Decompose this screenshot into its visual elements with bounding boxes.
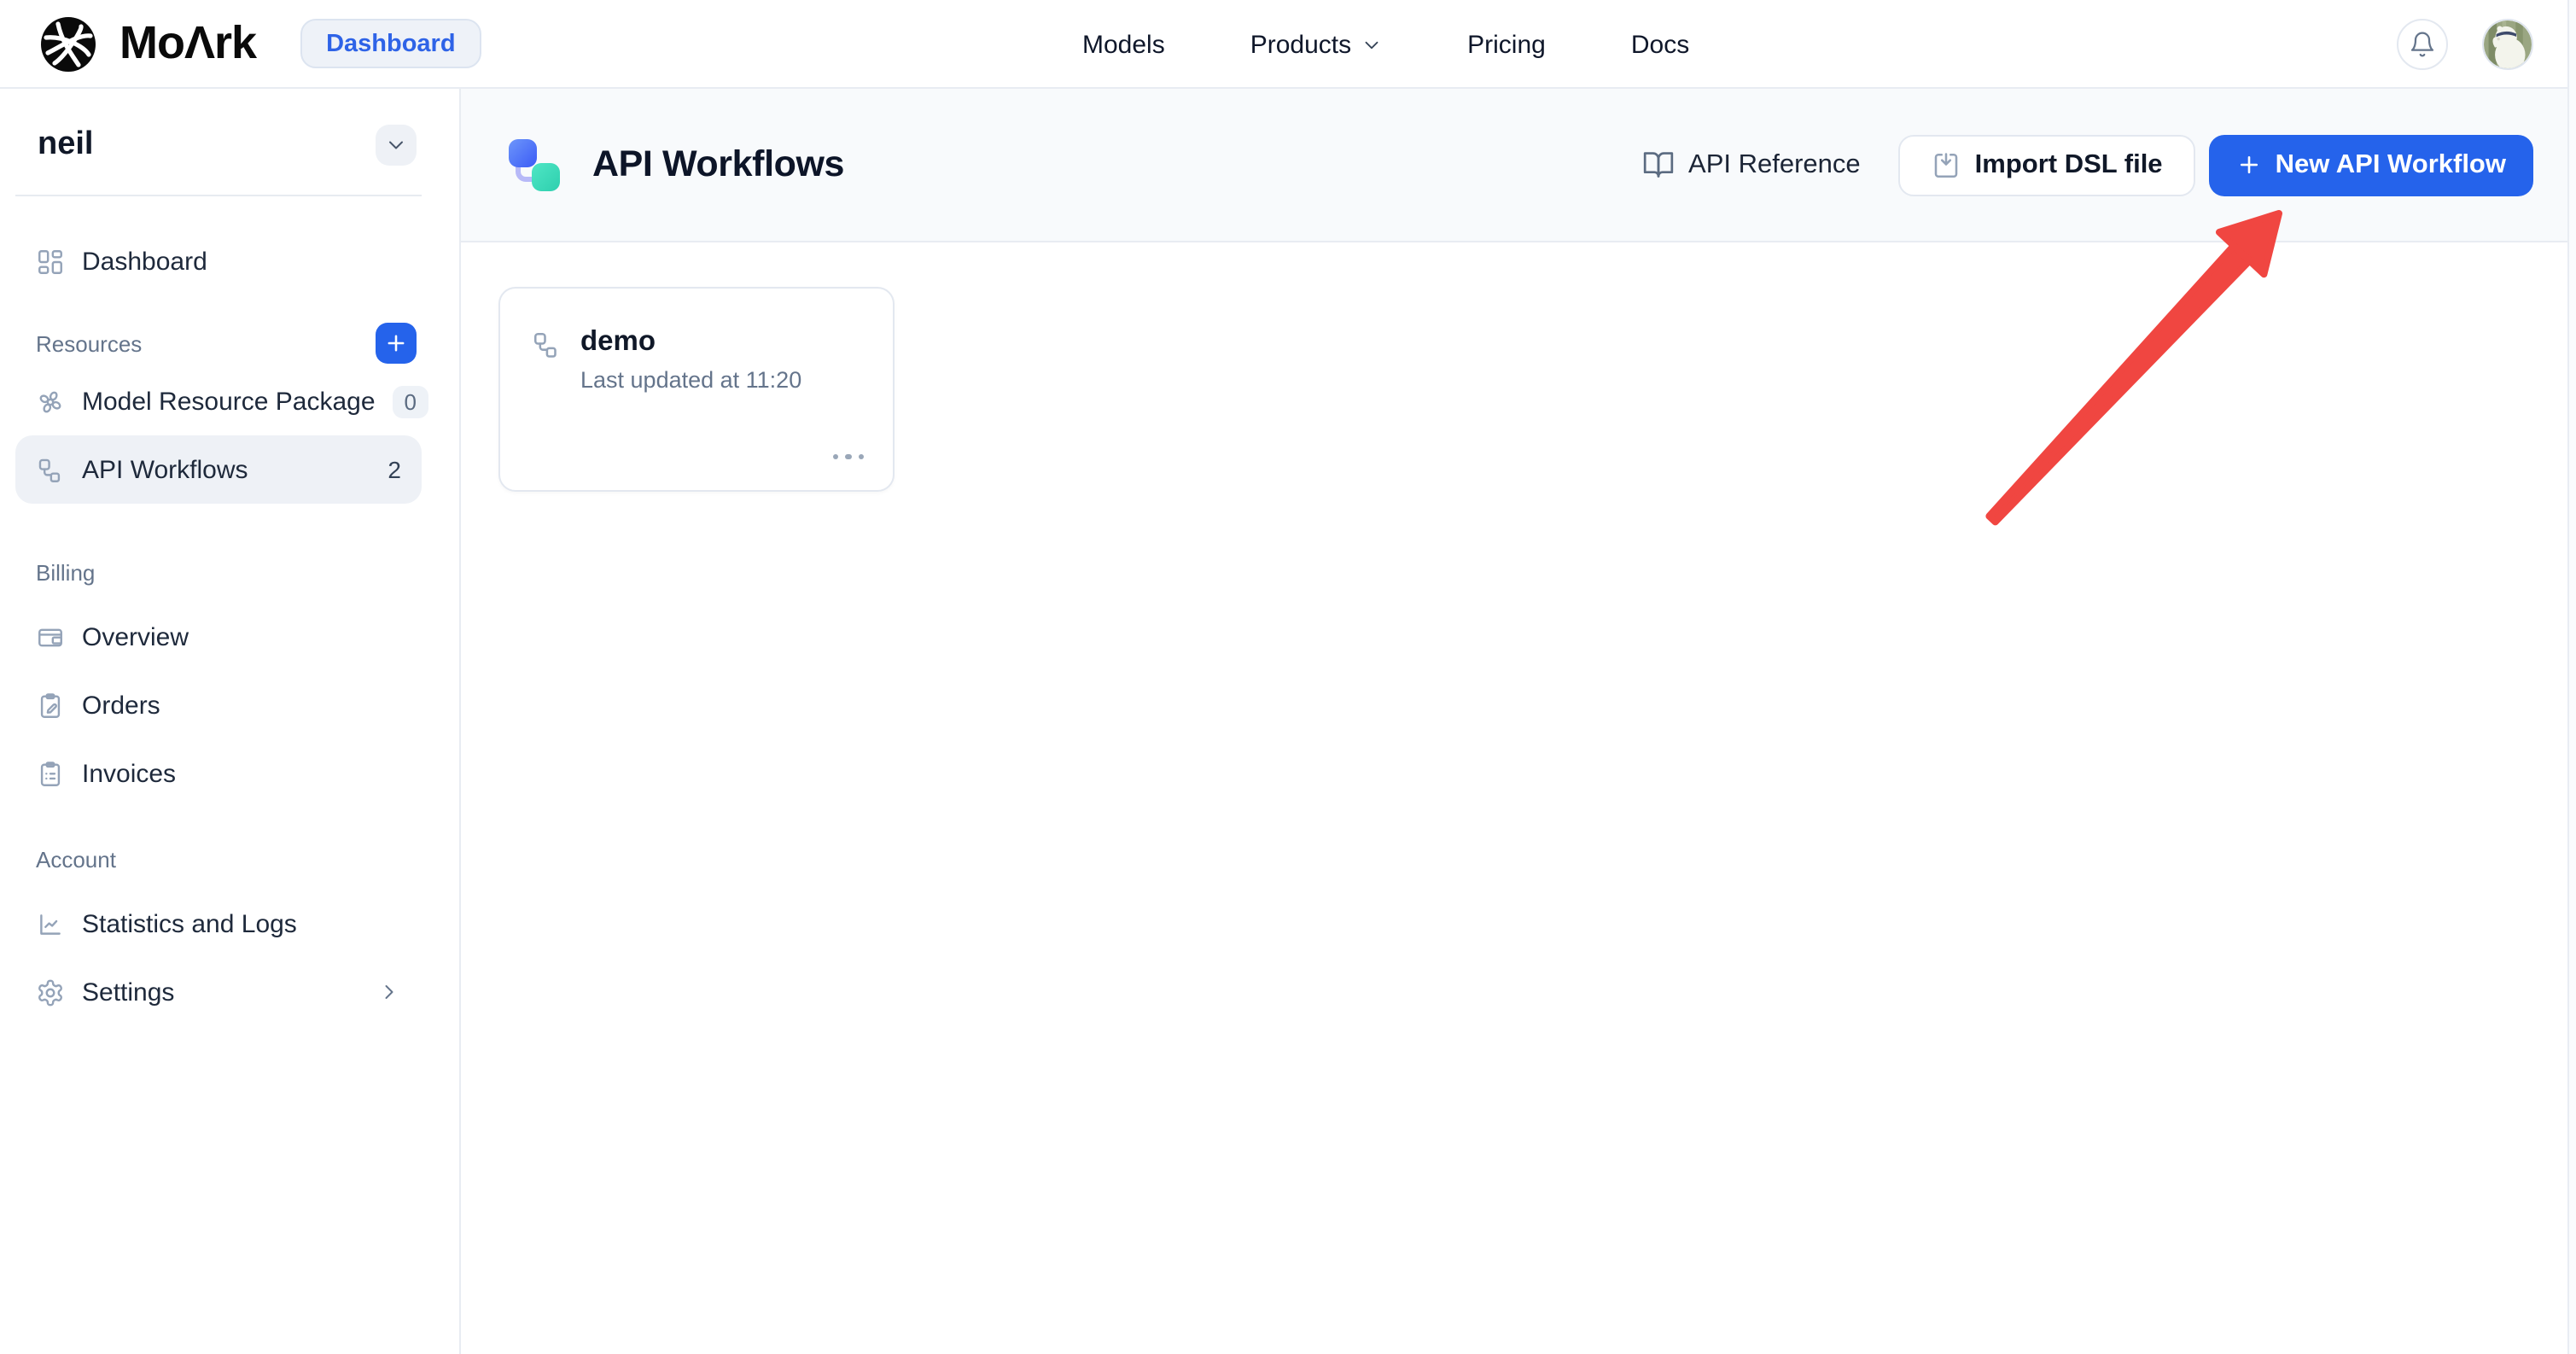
avatar-polar-bear-image [2484, 20, 2532, 67]
sidebar-item-api-workflows[interactable]: API Workflows 2 [15, 435, 422, 504]
chevron-down-icon [1360, 33, 1382, 55]
org-switcher-toggle[interactable] [376, 125, 417, 166]
dashboard-grid-icon [36, 247, 65, 276]
brand-logo[interactable]: MoΛrk [38, 13, 256, 74]
new-api-workflow-label: New API Workflow [2276, 149, 2506, 180]
section-label: Resources [36, 330, 142, 356]
sidebar-item-model-resource-package[interactable]: Model Resource Package 0 [15, 367, 422, 435]
section-label: Account [36, 846, 116, 872]
chevron-right-icon [377, 980, 401, 1004]
sidebar-divider [15, 195, 422, 196]
workflow-updated-text: Last updated at 11:20 [580, 367, 801, 393]
workflow-icon [36, 455, 65, 484]
count-text: 2 [388, 456, 401, 483]
sidebar-item-overview[interactable]: Overview [15, 603, 422, 671]
primary-nav: Models Products Pricing Docs [1082, 0, 1689, 89]
sidebar-item-label: API Workflows [82, 455, 248, 484]
brand-name: MoΛrk [119, 17, 256, 70]
workflow-grid: demo Last updated at 11:20 [461, 242, 2576, 492]
topbar-right-group [2397, 18, 2533, 69]
clipboard-list-icon [36, 759, 65, 788]
top-navigation-bar: MoΛrk Dashboard Models Products Pricing … [0, 0, 2576, 89]
sidebar-item-label: Statistics and Logs [82, 909, 297, 938]
sidebar-item-settings[interactable]: Settings [15, 958, 422, 1026]
nav-item-products[interactable]: Products [1250, 30, 1382, 59]
clipboard-pen-icon [36, 691, 65, 720]
new-api-workflow-button[interactable]: New API Workflow [2209, 134, 2533, 196]
plus-icon [384, 331, 408, 355]
chevron-down-icon [384, 133, 408, 157]
sidebar-item-invoices[interactable]: Invoices [15, 739, 422, 808]
book-open-icon [1642, 149, 1675, 181]
import-download-icon [1931, 149, 1961, 180]
sidebar-item-label: Overview [82, 622, 189, 651]
sidebar: neil Dashboard Resources [0, 89, 461, 1354]
sidebar-item-statistics-and-logs[interactable]: Statistics and Logs [15, 890, 422, 958]
app-page: MoΛrk Dashboard Models Products Pricing … [0, 0, 2576, 1354]
import-dsl-label: Import DSL file [1975, 149, 2163, 180]
nav-item-docs[interactable]: Docs [1631, 30, 1689, 59]
line-chart-icon [36, 909, 65, 938]
org-switcher: neil [38, 123, 417, 167]
bell-icon [2409, 30, 2436, 57]
page-title-group: API Workflows [505, 119, 844, 211]
count-badge: 0 [393, 385, 428, 417]
api-reference-label: API Reference [1688, 149, 1861, 180]
sidebar-item-dashboard[interactable]: Dashboard [15, 227, 422, 295]
section-label: Billing [36, 559, 95, 585]
header-actions: API Reference Import DSL file New API Wo… [1642, 134, 2533, 196]
add-resource-button[interactable] [376, 323, 417, 364]
sidebar-item-label: Settings [82, 978, 174, 1007]
workflow-name: demo [580, 326, 801, 357]
workflow-icon [531, 330, 562, 360]
user-avatar[interactable] [2482, 18, 2533, 69]
org-name: neil [38, 126, 93, 164]
nav-item-pricing[interactable]: Pricing [1467, 30, 1546, 59]
api-reference-link[interactable]: API Reference [1642, 149, 1861, 181]
api-workflows-icon [505, 136, 563, 194]
workflow-card-demo[interactable]: demo Last updated at 11:20 [498, 287, 895, 492]
sidebar-item-orders[interactable]: Orders [15, 671, 422, 739]
scrollbar-track[interactable] [2567, 0, 2576, 1354]
card-menu-button[interactable] [832, 453, 864, 459]
main-content: API Workflows API Reference Import DSL f… [461, 89, 2576, 1354]
globe-logo-icon [38, 13, 99, 74]
sidebar-item-label: Model Resource Package [82, 387, 376, 416]
page-header: API Workflows API Reference Import DSL f… [461, 89, 2576, 242]
pinwheel-icon [36, 387, 65, 416]
sidebar-section-account: Account [15, 838, 417, 879]
import-dsl-button[interactable]: Import DSL file [1898, 134, 2195, 196]
gear-icon [36, 978, 65, 1007]
dashboard-pill-button[interactable]: Dashboard [300, 19, 481, 68]
sidebar-item-label: Dashboard [82, 247, 207, 276]
plus-icon [2236, 152, 2262, 178]
notifications-button[interactable] [2397, 18, 2448, 69]
sidebar-section-resources: Resources [15, 323, 417, 364]
sidebar-section-billing: Billing [15, 552, 417, 592]
sidebar-item-label: Invoices [82, 759, 176, 788]
page-title: API Workflows [592, 143, 844, 186]
nav-item-models[interactable]: Models [1082, 30, 1165, 59]
wallet-icon [36, 622, 65, 651]
sidebar-item-label: Orders [82, 691, 160, 720]
